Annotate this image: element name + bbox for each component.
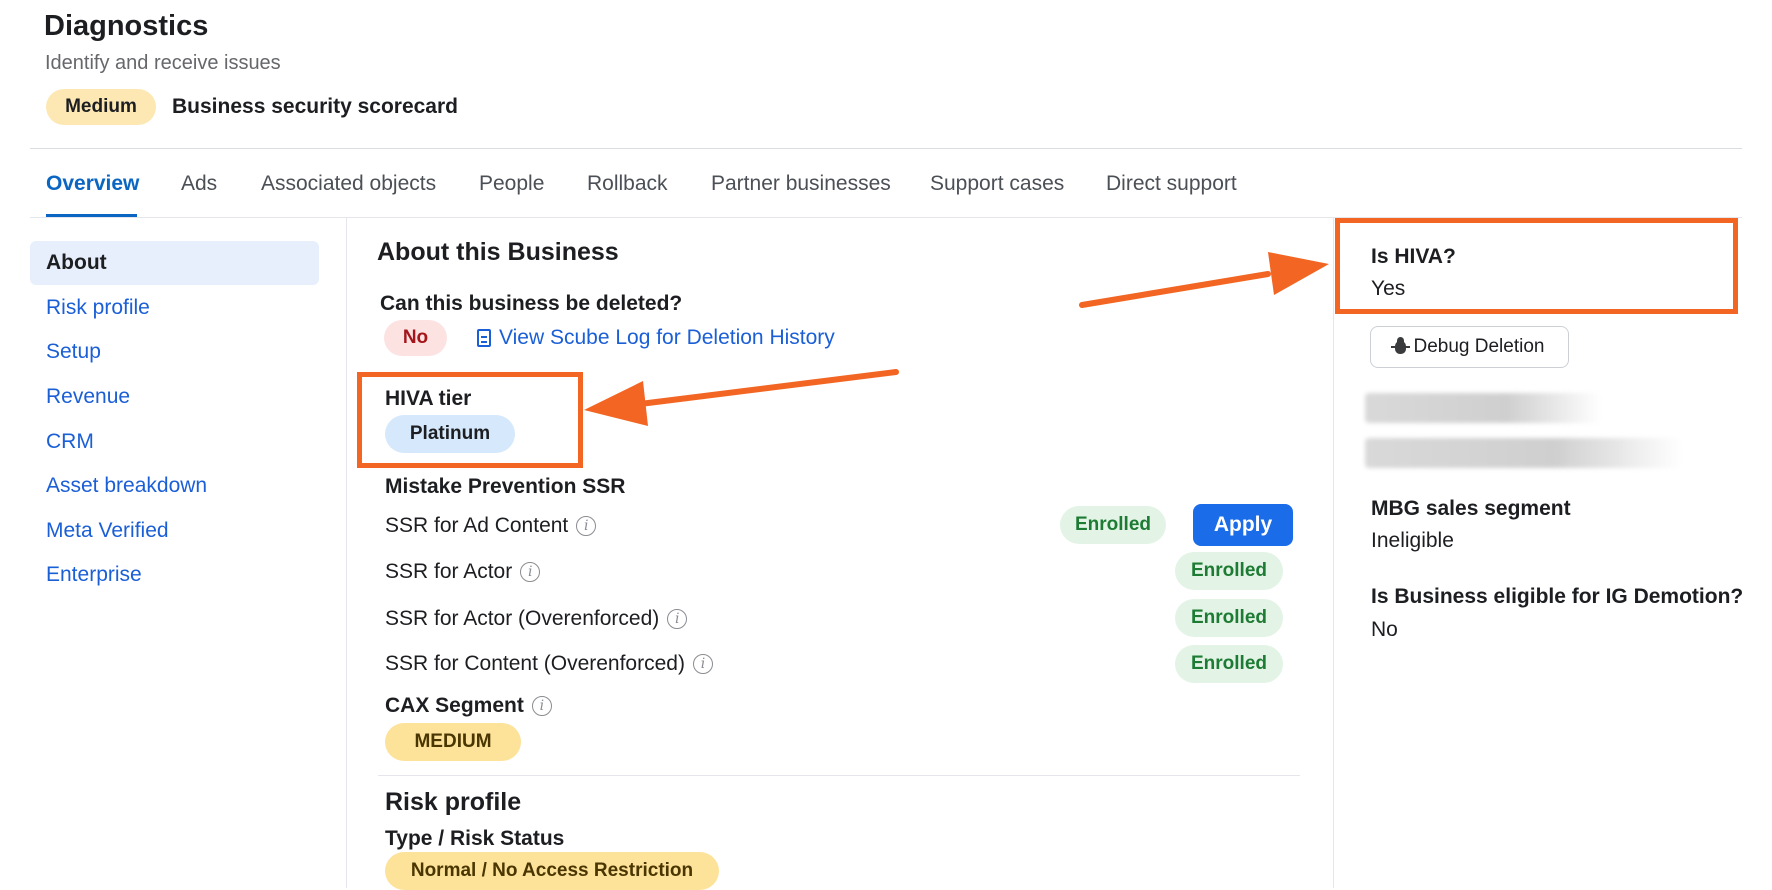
annotation-arrow-hiva-tier bbox=[584, 369, 899, 426]
annotation-arrow-is-hiva bbox=[1079, 252, 1329, 308]
annotation-arrows bbox=[584, 252, 1329, 426]
